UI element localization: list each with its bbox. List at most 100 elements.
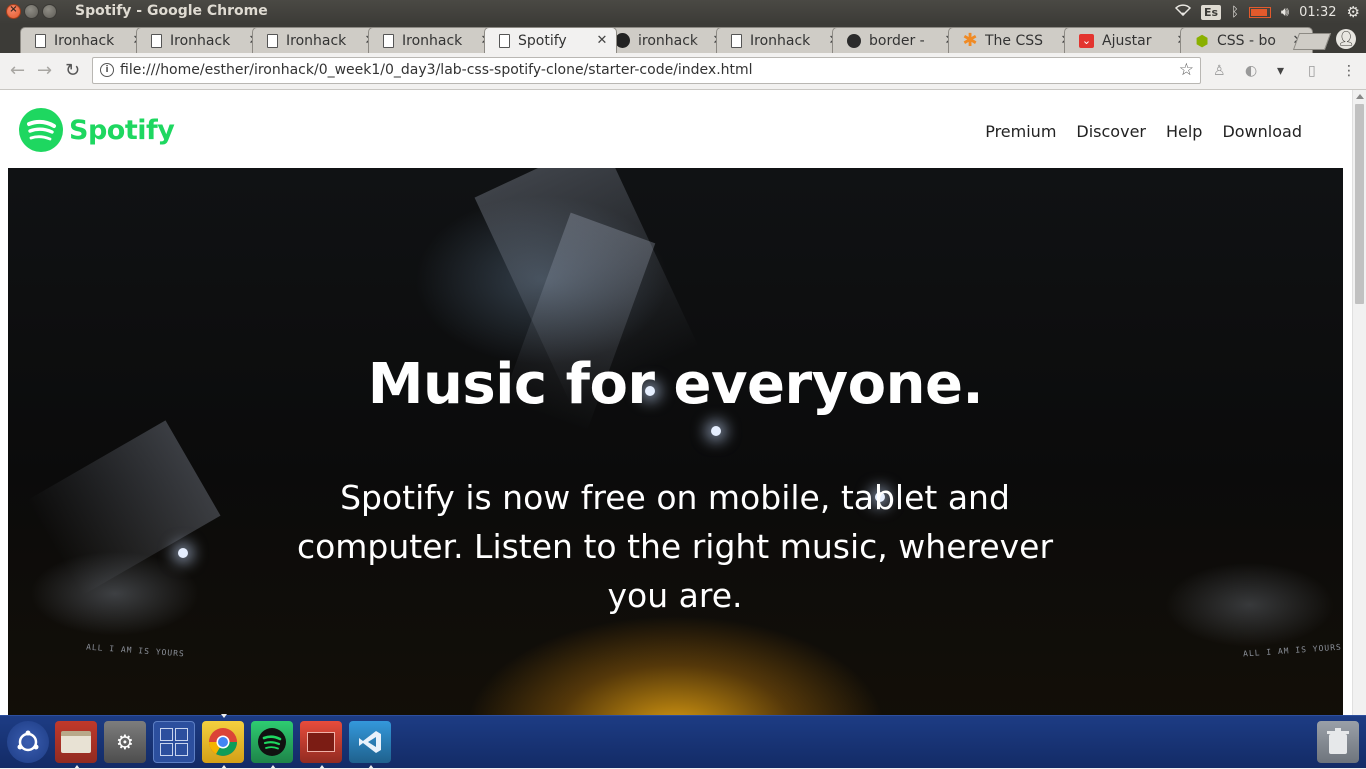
new-tab-button[interactable]: [1292, 33, 1332, 50]
vscode-icon[interactable]: [349, 721, 391, 769]
unity-launcher: ⚙: [0, 714, 1366, 769]
keyboard-layout-indicator[interactable]: Es: [1201, 4, 1222, 20]
running-indicator: [368, 765, 374, 769]
chrome-icon[interactable]: [202, 714, 244, 769]
url-text[interactable]: file:///home/esther/ironhack/0_week1/0_d…: [120, 62, 753, 78]
stage-light-beam: [26, 420, 221, 596]
document-icon: [151, 33, 162, 48]
running-indicator: [319, 765, 325, 769]
site-nav: Premium Discover Help Download: [965, 122, 1302, 141]
page-viewport: Spotify Premium Discover Help Download M…: [0, 90, 1352, 715]
session-gear-icon[interactable]: ⚙: [1347, 3, 1360, 21]
css-site-icon: [847, 33, 861, 48]
hero-title: Music for everyone.: [367, 352, 984, 417]
address-bar[interactable]: i file:///home/esther/ironhack/0_week1/0…: [92, 57, 1201, 84]
tab-label: The CSS: [985, 32, 1044, 49]
chrome-menu-icon[interactable]: ⋮: [1342, 63, 1356, 79]
back-arrow-icon[interactable]: ←: [10, 61, 25, 81]
running-indicator: [270, 765, 276, 769]
tab-ironhack-1[interactable]: Ironhack ✕: [20, 27, 153, 53]
tab-label: Ironhack: [170, 32, 231, 49]
file-manager-icon[interactable]: [55, 721, 97, 769]
close-icon[interactable]: ✕: [592, 33, 612, 48]
wifi-icon[interactable]: [1174, 4, 1192, 20]
workspace-switcher-icon[interactable]: [153, 721, 195, 763]
scroll-up-arrow-icon[interactable]: [1356, 94, 1364, 99]
document-icon: [267, 33, 278, 48]
hero-subtitle: Spotify is now free on mobile, tablet an…: [296, 478, 1054, 615]
tab-ironhack-4[interactable]: Ironhack ✕: [368, 27, 501, 53]
nav-premium[interactable]: Premium: [985, 122, 1056, 141]
reload-icon[interactable]: ↻: [65, 61, 80, 81]
ubuntu-home-icon[interactable]: [7, 721, 49, 763]
clock[interactable]: 01:32: [1299, 5, 1336, 20]
terminal-app-icon[interactable]: [300, 721, 342, 769]
spotify-icon[interactable]: [251, 721, 293, 769]
tab-label: Ironhack: [750, 32, 811, 49]
scroll-thumb[interactable]: [1355, 104, 1364, 304]
tab-label: border -: [869, 32, 925, 49]
document-icon: [499, 33, 510, 48]
tab-ironhack-3[interactable]: Ironhack ✕: [252, 27, 385, 53]
github-icon: [615, 33, 630, 48]
tab-label: CSS - bo: [1217, 32, 1276, 49]
stage-screen-text-left: ALL I AM IS YOURS: [85, 642, 186, 659]
extension-ghostery-icon[interactable]: ◐: [1245, 63, 1257, 79]
extension-adblock-icon[interactable]: ♙: [1213, 63, 1226, 79]
tab-ajustar[interactable]: ⌄ Ajustar ✕: [1064, 27, 1197, 53]
nav-help[interactable]: Help: [1166, 122, 1202, 141]
nav-discover[interactable]: Discover: [1076, 122, 1146, 141]
tab-border[interactable]: border - ✕: [832, 27, 965, 53]
extension-pocket-icon[interactable]: ▾: [1277, 63, 1284, 79]
browser-toolbar: ← → ↻ i file:///home/esther/ironhack/0_w…: [0, 53, 1366, 90]
window-title: Spotify - Google Chrome: [75, 3, 268, 19]
battery-icon[interactable]: [1248, 6, 1271, 18]
stage-light: [178, 548, 188, 558]
tab-label: Spotify: [518, 32, 567, 49]
tab-label: Ironhack: [402, 32, 463, 49]
tab-the-css[interactable]: ✱ The CSS ✕: [948, 27, 1081, 53]
spotify-logo[interactable]: Spotify: [19, 108, 175, 152]
css-tricks-icon: ✱: [962, 30, 978, 51]
stage-light: [711, 426, 721, 436]
tab-label: Ajustar: [1102, 32, 1152, 49]
info-icon[interactable]: i: [100, 63, 114, 77]
running-indicator: [221, 765, 227, 769]
document-icon: [731, 33, 742, 48]
stage-screen-text-right: ALL I AM IS YOURS: [1242, 642, 1343, 659]
tab-github-ironhack[interactable]: ironhack ✕: [600, 27, 733, 53]
tab-label: ironhack: [638, 32, 699, 49]
system-tray: Es ᛒ 🔊︎ 01:32 ⚙: [1165, 0, 1366, 24]
forward-arrow-icon[interactable]: →: [37, 61, 52, 81]
profile-icon[interactable]: 👤︎: [1336, 29, 1356, 49]
window-minimize-button[interactable]: [24, 4, 39, 19]
hero-section: Music for everyone. Spotify is now free …: [8, 168, 1343, 715]
logo-wordmark: Spotify: [69, 114, 175, 146]
window-maximize-button[interactable]: [42, 4, 57, 19]
tab-spotify[interactable]: Spotify ✕: [484, 27, 617, 53]
tab-label: Ironhack: [286, 32, 347, 49]
page-scrollbar[interactable]: [1352, 90, 1366, 715]
android-icon: ⬢: [1195, 31, 1209, 50]
bookmark-star-icon[interactable]: ☆: [1179, 60, 1194, 80]
system-settings-icon[interactable]: ⚙: [104, 721, 146, 763]
running-indicator: [74, 765, 80, 769]
volume-icon[interactable]: 🔊︎: [1281, 5, 1289, 20]
nav-download[interactable]: Download: [1222, 122, 1302, 141]
pocket-icon: ⌄: [1079, 33, 1094, 48]
extension-box-icon[interactable]: ▯: [1308, 63, 1316, 79]
site-header: Spotify Premium Discover Help Download: [0, 90, 1352, 168]
spotify-logo-icon: [19, 108, 63, 152]
bluetooth-icon[interactable]: ᛒ: [1231, 5, 1239, 20]
document-icon: [35, 33, 46, 48]
tab-strip: Ironhack ✕ Ironhack ✕ Ironhack ✕ Ironhac…: [0, 24, 1366, 53]
window-titlebar: × Spotify - Google Chrome Es ᛒ 🔊︎ 01:32 …: [0, 0, 1366, 24]
window-close-button[interactable]: ×: [6, 4, 21, 19]
trash-icon[interactable]: [1317, 721, 1359, 763]
focused-indicator: [221, 714, 227, 718]
tab-ironhack-2[interactable]: Ironhack ✕: [136, 27, 269, 53]
close-icon: ×: [9, 4, 18, 15]
document-icon: [383, 33, 394, 48]
tab-label: Ironhack: [54, 32, 115, 49]
tab-ironhack-5[interactable]: Ironhack ✕: [716, 27, 849, 53]
